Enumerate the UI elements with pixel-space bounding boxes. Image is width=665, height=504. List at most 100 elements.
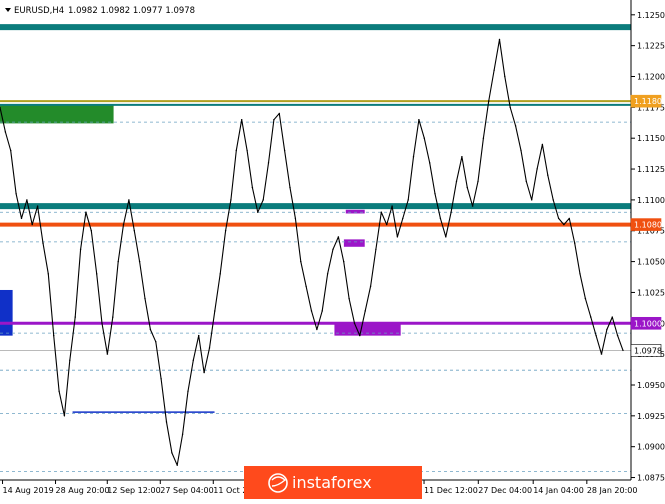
price-point <box>192 359 194 361</box>
price-point <box>251 186 254 189</box>
y-tick-label: 1.1200 <box>637 73 665 82</box>
price-point <box>79 248 82 250</box>
price-point <box>412 156 415 158</box>
price-point <box>536 168 538 170</box>
y-tick-label: 1.1050 <box>637 258 665 267</box>
price-point <box>590 316 592 318</box>
price-point <box>455 180 458 183</box>
price-point <box>63 415 66 417</box>
x-tick-label: 27 Dec 04:00 <box>478 486 532 495</box>
price-point <box>224 230 227 232</box>
price-point <box>26 199 28 201</box>
price-point <box>122 223 125 226</box>
price-point <box>15 193 17 195</box>
price-point <box>74 316 76 318</box>
price-point <box>471 205 474 207</box>
price-point <box>418 119 420 121</box>
price-point <box>20 217 23 220</box>
price-point <box>531 199 533 201</box>
price-point <box>461 156 463 158</box>
price-point <box>488 100 490 102</box>
price-point <box>10 149 12 152</box>
zone-purple-mid <box>343 239 365 247</box>
price-point <box>58 390 60 392</box>
price-point <box>332 248 334 250</box>
price-point <box>203 371 205 374</box>
price-point <box>337 236 340 238</box>
price-point <box>273 119 275 121</box>
price-point <box>563 223 565 226</box>
chart-window: 1.1250 1.1225 1.1200 1.1175 1.1150 1.1125 1.11… <box>0 0 665 499</box>
price-point <box>386 223 388 226</box>
price-point <box>316 328 318 331</box>
price-point <box>375 248 377 250</box>
y-tick-label: 1.1025 <box>637 288 665 297</box>
price-point <box>155 341 157 343</box>
price-point <box>128 199 130 201</box>
y-tick-label: 1.1150 <box>637 134 665 143</box>
price-point <box>353 322 356 324</box>
price-point <box>69 359 71 361</box>
price-point <box>278 112 280 115</box>
zone-purple-large <box>334 323 401 336</box>
price-tag-label: 1.1000 <box>634 319 662 328</box>
price-point <box>42 242 44 244</box>
header: EURUSD,H4 1.0982 1.0982 1.0977 1.0978 <box>5 6 195 16</box>
price-tag-label: 1.1180 <box>634 97 662 106</box>
price-point <box>525 180 527 183</box>
y-tick-label: 1.0925 <box>637 412 665 421</box>
price-point <box>4 131 7 133</box>
price-point <box>235 149 237 152</box>
price-point <box>584 297 587 300</box>
price-point <box>477 180 479 183</box>
price-point <box>53 334 55 337</box>
x-tick-label: 14 Aug 2019 <box>3 486 54 495</box>
x-tick-label: 28 Aug 20:00 <box>56 486 110 495</box>
price-point <box>262 199 264 201</box>
y-tick-label: 1.0900 <box>637 443 665 452</box>
price-point <box>117 260 119 263</box>
price-point <box>606 328 608 331</box>
price-point <box>439 217 442 220</box>
price-point <box>509 106 511 109</box>
y-tick-label: 1.0950 <box>637 381 665 390</box>
price-point <box>595 334 597 337</box>
price-point <box>434 193 436 195</box>
price-point <box>181 433 184 435</box>
price-point <box>171 452 173 454</box>
price-point <box>283 149 286 152</box>
price-point <box>246 149 248 152</box>
ohlc-label: 1.0982 1.0982 1.0977 1.0978 <box>68 6 195 16</box>
price-point <box>429 162 431 164</box>
price-point <box>504 75 506 78</box>
price-point <box>407 199 409 201</box>
zone-green <box>0 104 114 124</box>
price-point <box>310 310 313 312</box>
y-tick-label: 1.0875 <box>637 474 665 483</box>
price-chart[interactable]: 1.12501.12251.12001.11751.11501.11251.11… <box>0 0 665 499</box>
y-tick-label: 1.1225 <box>637 42 665 51</box>
y-tick-label: 1.1250 <box>637 11 665 20</box>
price-point <box>214 310 216 312</box>
price-point <box>294 217 297 220</box>
price-point <box>257 211 259 213</box>
price-point <box>450 211 452 213</box>
price-point <box>396 236 399 238</box>
x-tick-label: 12 Sep 12:00 <box>107 486 160 495</box>
price-point <box>616 334 619 337</box>
price-point <box>369 285 372 287</box>
price-point <box>600 353 603 355</box>
price-point <box>198 334 200 337</box>
price-point <box>552 199 554 201</box>
price-point <box>31 223 33 226</box>
price-point <box>138 260 141 263</box>
price-point <box>36 205 39 207</box>
price-point <box>47 273 49 275</box>
price-point <box>557 217 560 220</box>
watermark-text: instaforex <box>292 473 372 492</box>
price-point <box>112 316 114 318</box>
price-point <box>321 310 323 312</box>
price-point <box>423 137 425 139</box>
price-point <box>149 328 152 331</box>
price-point <box>622 349 624 352</box>
